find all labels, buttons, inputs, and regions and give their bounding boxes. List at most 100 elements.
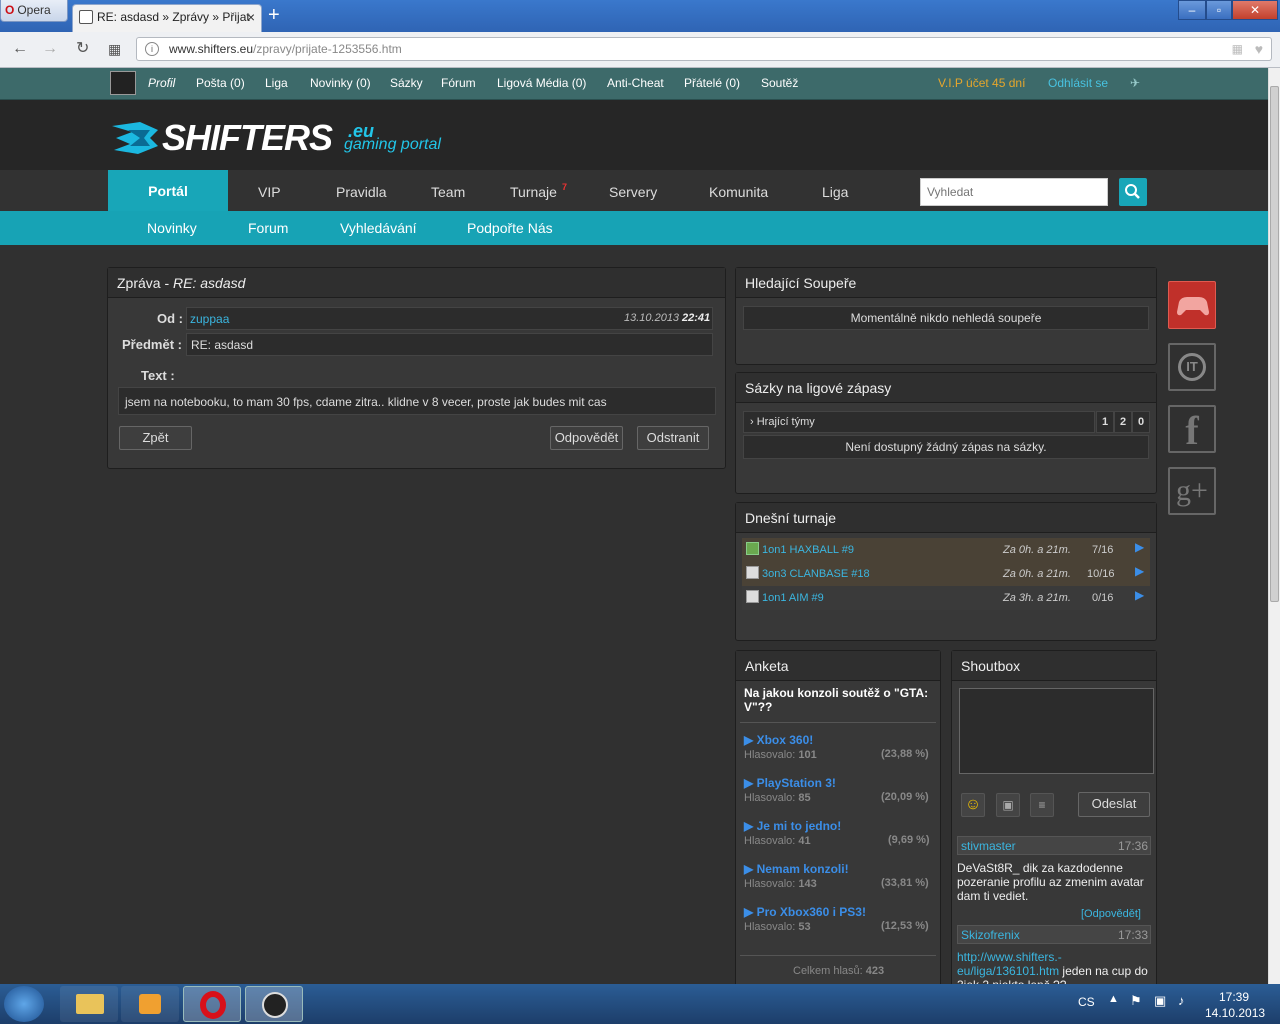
steam-taskbar-icon[interactable] — [245, 986, 303, 1022]
start-button-icon[interactable] — [4, 986, 44, 1022]
action-center-flag-icon[interactable]: ⚑ — [1130, 993, 1142, 1009]
reply-button[interactable]: Odpovědět — [550, 426, 623, 450]
mainnav-rules[interactable]: Pravidla — [336, 184, 387, 200]
poll-option[interactable]: ▶ Je mi to jedno! — [744, 819, 841, 833]
shout-time: 17:33 — [1118, 928, 1149, 942]
gamepad-icon[interactable] — [1168, 281, 1216, 329]
poll-title: Anketa — [736, 651, 940, 681]
media-player-taskbar-icon[interactable] — [121, 986, 179, 1022]
input-language[interactable]: CS — [1078, 995, 1095, 1009]
user-avatar[interactable] — [110, 71, 136, 95]
poll-divider — [740, 722, 936, 723]
shoutbox-send-button[interactable]: Odeslat — [1078, 792, 1150, 817]
shoutbox-input[interactable] — [959, 688, 1154, 774]
mainnav-portal[interactable]: Portál — [108, 170, 228, 211]
logout-link[interactable]: Odhlásit se — [1048, 76, 1108, 90]
subnav-support[interactable]: Podpořte Nás — [467, 220, 553, 236]
network-icon[interactable]: ▣ — [1154, 993, 1166, 1009]
shout-time: 17:36 — [1118, 839, 1149, 853]
browser-tab[interactable]: RE: asdasd » Zprávy » Přijat × — [72, 4, 262, 32]
stash-grid-icon[interactable]: ▦ — [1232, 38, 1243, 60]
facebook-icon[interactable]: f — [1168, 405, 1216, 453]
subnav-forum[interactable]: Forum — [248, 220, 288, 236]
play-arrow-icon[interactable]: ▶ — [1135, 588, 1144, 602]
poll-option[interactable]: ▶ Pro Xbox360 i PS3! — [744, 905, 866, 919]
back-button[interactable]: Zpět — [119, 426, 192, 450]
topnav-league-media[interactable]: Ligová Média (0) — [497, 76, 586, 90]
reload-icon[interactable]: ↻ — [76, 40, 89, 58]
subnav-news[interactable]: Novinky — [147, 220, 197, 236]
search-button[interactable] — [1119, 178, 1147, 206]
logo-flame-icon — [112, 122, 158, 154]
mainnav-vip[interactable]: VIP — [258, 184, 281, 200]
it-logo-icon[interactable]: IT — [1168, 343, 1216, 391]
play-arrow-icon[interactable]: ▶ — [1135, 540, 1144, 554]
google-plus-icon[interactable]: g+ — [1168, 467, 1216, 515]
topnav-friends[interactable]: Přátelé (0) — [684, 76, 740, 90]
topnav-profile[interactable]: Profil — [148, 76, 175, 90]
message-time: 22:41 — [682, 312, 711, 324]
tournament-time: Za 3h. a 21m. — [1003, 592, 1071, 604]
opera-menu-button[interactable]: O Opera — [0, 0, 68, 22]
opera-taskbar-icon[interactable] — [183, 986, 241, 1022]
shout-user[interactable]: Skizofrenix — [961, 928, 1020, 942]
new-tab-icon[interactable]: + — [268, 4, 280, 26]
play-arrow-icon[interactable]: ▶ — [1135, 564, 1144, 578]
mainnav-league[interactable]: Liga — [822, 184, 848, 200]
close-tab-icon[interactable]: × — [247, 5, 255, 29]
back-icon[interactable]: ← — [12, 40, 28, 58]
gamepad-icon — [1177, 297, 1209, 316]
explorer-taskbar-icon[interactable] — [60, 986, 118, 1022]
topnav-forum[interactable]: Fórum — [441, 76, 476, 90]
tournament-slots: 7/16 — [1092, 544, 1114, 556]
mainnav-team[interactable]: Team — [431, 184, 465, 200]
mainnav-servers[interactable]: Servery — [609, 184, 657, 200]
maximize-icon[interactable]: ▫ — [1206, 0, 1232, 20]
page-info-icon[interactable]: i — [145, 42, 159, 56]
speed-dial-icon[interactable]: ▦ — [108, 40, 121, 58]
site-search-input[interactable] — [920, 178, 1108, 206]
logo-subtitle: gaming portal — [344, 136, 441, 153]
url-field[interactable]: i www.shifters.eu/zpravy/prijate-1253556.… — [136, 37, 1272, 61]
message-title: Zpráva - RE: asdasd — [108, 268, 725, 298]
poll-votes: Hlasovalo: 53 — [744, 921, 811, 933]
shout-user[interactable]: stivmaster — [961, 839, 1016, 853]
from-label: Od : — [157, 311, 183, 326]
pin-icon[interactable]: ✈ — [1130, 76, 1140, 90]
bookmark-heart-icon[interactable]: ♥ — [1255, 38, 1263, 60]
minimize-icon[interactable]: – — [1178, 0, 1206, 20]
clock-date[interactable]: 14.10.2013 — [1205, 1006, 1265, 1020]
show-hidden-icons-icon[interactable]: ▲ — [1108, 993, 1119, 1005]
clock-time[interactable]: 17:39 — [1219, 990, 1249, 1004]
poll-option[interactable]: ▶ Xbox 360! — [744, 733, 813, 747]
topnav-mail[interactable]: Pošta (0) — [196, 76, 245, 90]
tournament-name[interactable]: 1on1 HAXBALL #9 — [762, 544, 854, 556]
topnav-contest[interactable]: Soutěž — [761, 76, 798, 90]
page-scrollbar[interactable] — [1268, 68, 1280, 984]
mainnav-community[interactable]: Komunita — [709, 184, 768, 200]
volume-icon[interactable]: ♪ — [1178, 993, 1185, 1008]
logo-text[interactable]: SHIFTERS — [162, 117, 333, 159]
delete-button[interactable]: Odstranit — [637, 426, 709, 450]
scrollbar-thumb[interactable] — [1270, 86, 1279, 602]
image-icon[interactable]: ▣ — [996, 793, 1020, 817]
poll-option[interactable]: ▶ PlayStation 3! — [744, 776, 836, 790]
topnav-bets[interactable]: Sázky — [390, 76, 423, 90]
subnav-search[interactable]: Vyhledávání — [340, 220, 417, 236]
shout-reply-link[interactable]: [Odpovědět] — [1081, 908, 1141, 920]
topnav-anticheat[interactable]: Anti-Cheat — [607, 76, 664, 90]
format-icon[interactable]: ≡ — [1030, 793, 1054, 817]
topnav-league[interactable]: Liga — [265, 76, 288, 90]
forward-icon[interactable]: → — [42, 40, 58, 58]
topnav-news[interactable]: Novinky (0) — [310, 76, 371, 90]
tournament-name[interactable]: 3on3 CLANBASE #18 — [762, 568, 870, 580]
sender-link[interactable]: zuppaa — [190, 312, 229, 326]
close-window-icon[interactable]: ✕ — [1232, 0, 1278, 20]
smiley-icon[interactable]: ☺ — [961, 793, 985, 817]
vip-account-status[interactable]: V.I.P účet 45 dní — [938, 76, 1025, 90]
bets-panel: Sázky na ligové zápasy — [735, 372, 1157, 494]
tournament-name[interactable]: 1on1 AIM #9 — [762, 592, 824, 604]
text-label: Text : — [141, 368, 175, 383]
poll-option[interactable]: ▶ Nemam konzoli! — [744, 862, 849, 876]
mainnav-tournaments[interactable]: Turnaje — [510, 184, 557, 200]
